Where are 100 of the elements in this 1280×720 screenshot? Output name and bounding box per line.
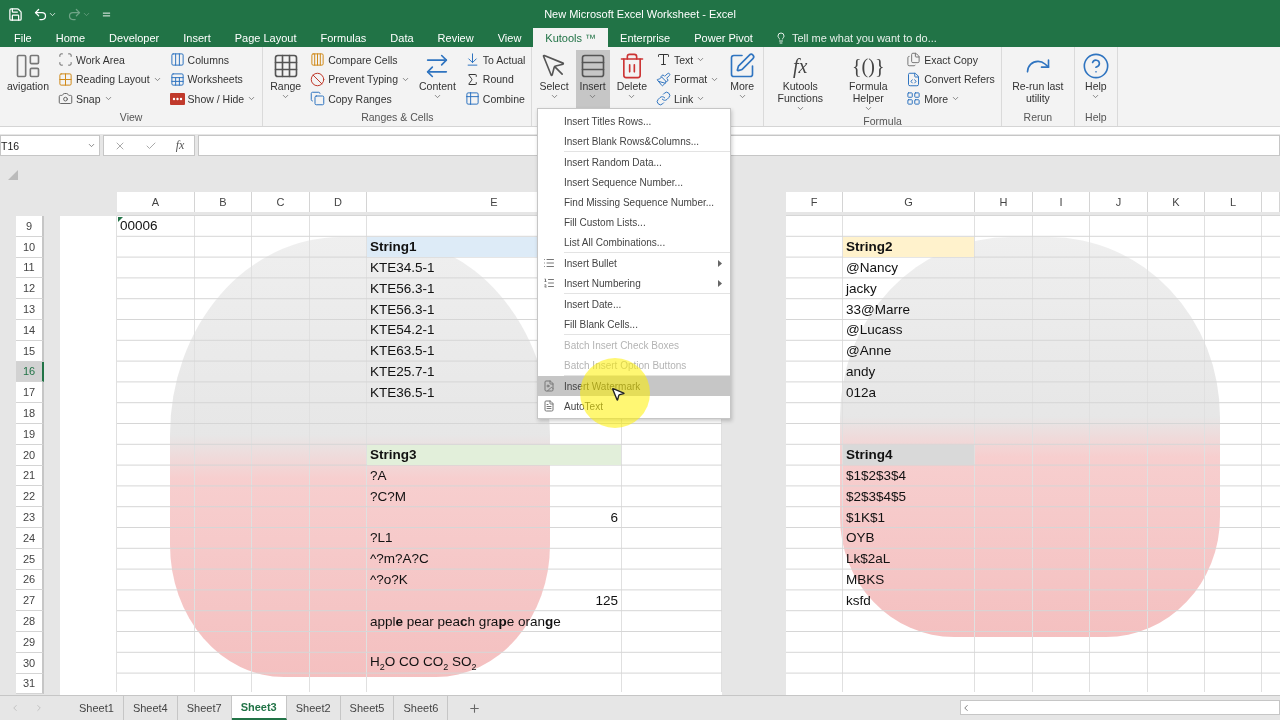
ribbon-button[interactable]: Help bbox=[1078, 50, 1113, 111]
horizontal-scrollbar[interactable] bbox=[960, 700, 1280, 715]
ribbon-button[interactable]: Content bbox=[416, 50, 459, 111]
ribbon-tab[interactable]: Insert bbox=[171, 28, 223, 47]
row-header[interactable]: 12 bbox=[16, 278, 44, 300]
ribbon-button[interactable]: Link bbox=[654, 89, 722, 109]
row-header[interactable]: 30 bbox=[16, 652, 44, 674]
sheet-tab[interactable]: Sheet2 bbox=[286, 696, 341, 720]
row-header[interactable]: 10 bbox=[16, 236, 44, 258]
row-header[interactable]: 28 bbox=[16, 611, 44, 632]
ribbon-button[interactable]: Copy Ranges bbox=[308, 89, 413, 109]
ribbon-button[interactable]: Re-run last utility bbox=[1005, 50, 1070, 111]
ribbon-button[interactable]: Exact Copy bbox=[904, 50, 997, 70]
row-header[interactable]: 22 bbox=[16, 486, 44, 508]
ribbon-tab[interactable]: Data bbox=[378, 28, 426, 47]
menu-item[interactable]: Insert Sequence Number... bbox=[538, 172, 730, 192]
column-header[interactable]: G bbox=[843, 192, 975, 212]
row-header[interactable]: 21 bbox=[16, 465, 44, 487]
sheet-tab[interactable]: Sheet3 bbox=[231, 696, 287, 720]
ribbon-button[interactable]: Select bbox=[536, 50, 572, 111]
tell-me-field[interactable]: Tell me what you want to do... bbox=[791, 31, 937, 44]
scroll-left-icon[interactable] bbox=[10, 703, 20, 713]
row-header[interactable]: 11 bbox=[16, 257, 44, 279]
row-header[interactable]: 29 bbox=[16, 631, 44, 653]
row-header[interactable]: 18 bbox=[16, 403, 44, 424]
ribbon-button[interactable]: Range bbox=[267, 50, 305, 111]
column-header[interactable]: L bbox=[1205, 192, 1262, 212]
scroll-right-icon[interactable] bbox=[34, 703, 44, 713]
ribbon-button[interactable]: Convert Refers bbox=[904, 69, 997, 89]
ribbon-tab[interactable]: View bbox=[485, 28, 534, 47]
row-header[interactable]: 24 bbox=[16, 527, 44, 549]
menu-item[interactable]: Insert Random Data... bbox=[538, 152, 730, 172]
ribbon-button[interactable]: More bbox=[725, 50, 760, 111]
name-box[interactable]: T16 bbox=[0, 135, 100, 156]
ribbon-button[interactable]: avigation bbox=[4, 50, 53, 111]
row-header[interactable]: 15 bbox=[16, 340, 44, 362]
ribbon-button[interactable]: More bbox=[904, 89, 997, 109]
save-button[interactable] bbox=[8, 6, 23, 22]
ribbon-tab[interactable]: Home bbox=[43, 28, 98, 47]
ribbon-button[interactable]: Snap bbox=[56, 89, 164, 109]
column-header[interactable]: H bbox=[975, 192, 1033, 212]
ribbon-button[interactable]: Delete bbox=[613, 50, 650, 111]
row-header[interactable]: 17 bbox=[16, 382, 44, 404]
ribbon-tab[interactable]: Developer bbox=[97, 28, 172, 47]
column-header[interactable]: A bbox=[117, 192, 195, 212]
row-header[interactable]: 9 bbox=[16, 216, 44, 237]
menu-item[interactable]: Insert Date... bbox=[538, 294, 730, 314]
column-header[interactable]: K bbox=[1148, 192, 1205, 212]
ribbon-button[interactable]: To Actual bbox=[462, 50, 528, 70]
sheet-tab[interactable]: Sheet1 bbox=[70, 696, 124, 720]
menu-item[interactable]: Insert Titles Rows... bbox=[538, 111, 730, 131]
column-header[interactable]: I bbox=[1033, 192, 1090, 212]
ribbon-tab[interactable]: File bbox=[2, 28, 44, 47]
menu-item[interactable]: Insert Numbering bbox=[538, 273, 730, 293]
row-header[interactable]: 26 bbox=[16, 569, 44, 591]
column-header[interactable]: J bbox=[1090, 192, 1148, 212]
column-header[interactable]: B bbox=[195, 192, 252, 212]
scroll-left-icon[interactable] bbox=[961, 702, 971, 713]
ribbon-button[interactable]: {()} Formula Helper bbox=[836, 50, 901, 115]
undo-button[interactable] bbox=[33, 6, 57, 22]
ribbon-tab[interactable]: Review bbox=[425, 28, 486, 47]
row-header[interactable]: 27 bbox=[16, 590, 44, 612]
row-header[interactable]: 31 bbox=[16, 673, 44, 695]
sheet-tab[interactable]: Sheet5 bbox=[340, 696, 395, 720]
sheet-tab[interactable]: Sheet6 bbox=[394, 696, 449, 720]
row-header[interactable]: 20 bbox=[16, 444, 44, 466]
ribbon-button[interactable]: Work Area bbox=[56, 50, 164, 70]
ribbon-tab[interactable]: Enterprise bbox=[608, 28, 683, 47]
ribbon-tab[interactable]: Power Pivot bbox=[682, 28, 765, 47]
menu-item[interactable]: Insert Blank Rows&Columns... bbox=[538, 131, 730, 151]
insert-function-button[interactable]: fx bbox=[175, 138, 185, 153]
ribbon-button[interactable]: Worksheets bbox=[167, 69, 259, 89]
ribbon-button[interactable]: Insert bbox=[575, 50, 610, 111]
ribbon-tab[interactable]: Kutools ™ bbox=[533, 28, 609, 47]
ribbon-button[interactable]: Show / Hide bbox=[167, 89, 259, 109]
column-header[interactable] bbox=[1262, 192, 1280, 212]
menu-item[interactable]: Fill Custom Lists... bbox=[538, 212, 730, 232]
ribbon-tab[interactable]: Formulas bbox=[308, 28, 379, 47]
menu-item[interactable]: Fill Blank Cells... bbox=[538, 314, 730, 334]
row-header[interactable]: 23 bbox=[16, 507, 44, 528]
ribbon-tab[interactable]: Page Layout bbox=[222, 28, 309, 47]
select-all-icon[interactable] bbox=[8, 169, 18, 180]
ribbon-button[interactable]: Reading Layout bbox=[56, 69, 164, 89]
ribbon-button[interactable]: Compare Cells bbox=[308, 50, 413, 70]
column-header[interactable]: D bbox=[310, 192, 367, 212]
ribbon-button[interactable]: fx Kutools Functions bbox=[768, 50, 833, 115]
ribbon-button[interactable]: Text bbox=[654, 50, 722, 70]
ribbon-button[interactable]: Combine bbox=[462, 89, 528, 109]
ribbon-button[interactable]: Format bbox=[654, 69, 722, 89]
row-header[interactable]: 25 bbox=[16, 548, 44, 570]
row-header[interactable]: 19 bbox=[16, 423, 44, 445]
row-header[interactable]: 14 bbox=[16, 320, 44, 341]
row-header[interactable]: 13 bbox=[16, 299, 44, 320]
ribbon-button[interactable]: Round bbox=[462, 69, 528, 89]
sheet-tab[interactable]: Sheet7 bbox=[177, 696, 232, 720]
row-header[interactable]: 16 bbox=[16, 361, 44, 383]
ribbon-button[interactable]: Prevent Typing bbox=[308, 69, 413, 89]
ribbon-button[interactable]: Columns bbox=[167, 50, 259, 70]
column-header[interactable]: C bbox=[252, 192, 310, 212]
sheet-tab[interactable]: Sheet4 bbox=[123, 696, 178, 720]
